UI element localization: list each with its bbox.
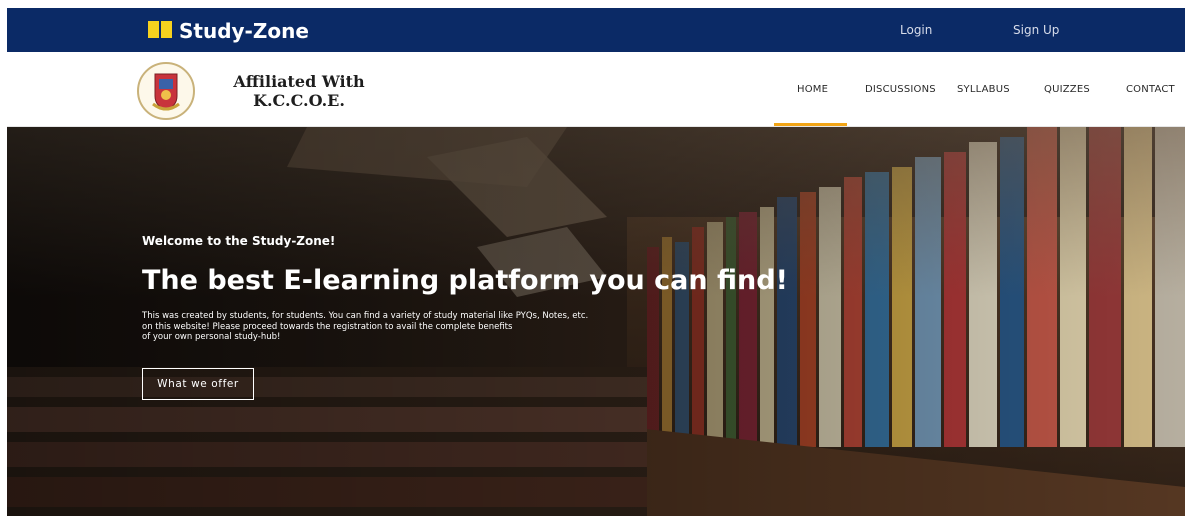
college-emblem bbox=[137, 62, 195, 120]
hero-description-line: of your own personal study-hub! bbox=[142, 332, 281, 342]
hero-headline: The best E-learning platform you can fin… bbox=[142, 265, 788, 296]
what-we-offer-button[interactable]: What we offer bbox=[142, 368, 254, 400]
hero-description-line: This was created by students, for studen… bbox=[142, 311, 589, 321]
affiliation-line1: Affiliated With bbox=[233, 72, 365, 91]
hero-welcome: Welcome to the Study-Zone! bbox=[142, 234, 336, 248]
nav-discussions[interactable]: DISCUSSIONS bbox=[865, 84, 936, 95]
hero-banner: Welcome to the Study-Zone! The best E-le… bbox=[7, 127, 1185, 516]
nav-contact[interactable]: CONTACT bbox=[1126, 84, 1175, 95]
top-bar: Study-Zone Login Sign Up bbox=[7, 8, 1185, 52]
login-link[interactable]: Login bbox=[900, 23, 932, 37]
affiliation-text: Affiliated With K.C.C.O.E. bbox=[229, 72, 369, 110]
brand[interactable]: Study-Zone bbox=[147, 17, 309, 45]
hero-description-line: on this website! Please proceed towards … bbox=[142, 321, 513, 332]
book-icon bbox=[147, 19, 173, 43]
affiliation-line2: K.C.C.O.E. bbox=[253, 91, 345, 110]
nav-quizzes[interactable]: QUIZZES bbox=[1044, 84, 1090, 95]
active-nav-indicator bbox=[774, 123, 847, 126]
nav-syllabus[interactable]: SYLLABUS bbox=[957, 84, 1010, 95]
signup-link[interactable]: Sign Up bbox=[1013, 23, 1059, 37]
main-navbar: Affiliated With K.C.C.O.E. HOME DISCUSSI… bbox=[7, 52, 1185, 127]
brand-name: Study-Zone bbox=[179, 19, 309, 43]
nav-home[interactable]: HOME bbox=[797, 84, 828, 95]
hero-description: This was created by students, for studen… bbox=[142, 311, 702, 343]
